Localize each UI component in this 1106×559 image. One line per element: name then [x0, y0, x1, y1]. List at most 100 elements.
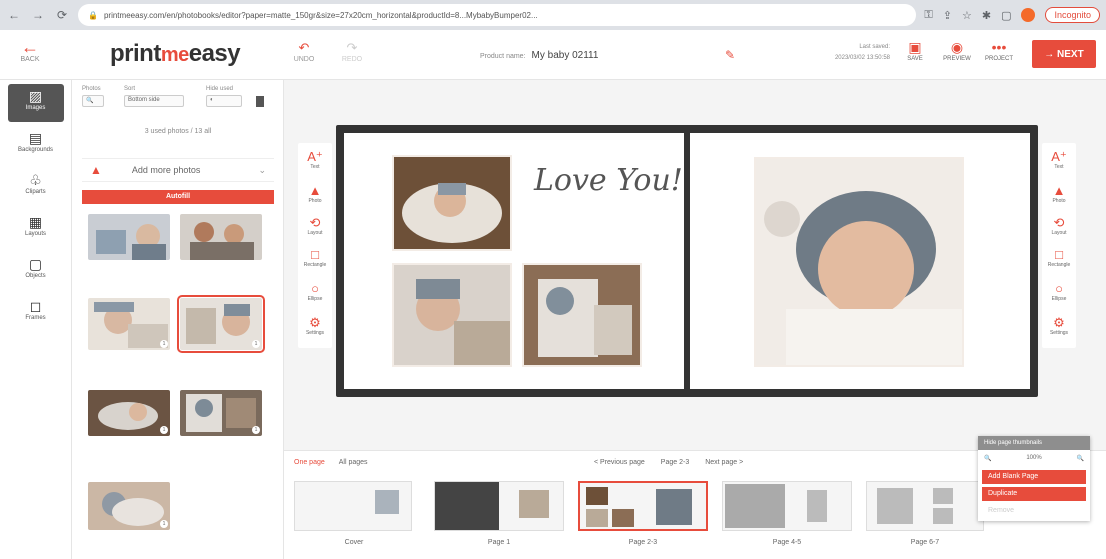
used-badge: 1	[160, 520, 168, 528]
tool-ellipse[interactable]: ○ Ellipse	[1044, 281, 1074, 302]
tool-layout[interactable]: ⟲ Layout	[300, 215, 330, 236]
photo-slot[interactable]	[524, 265, 640, 365]
filter-control[interactable]: Photos 🔍	[82, 86, 104, 107]
chevron-down-icon: ⌄	[258, 164, 266, 175]
reload-icon[interactable]: ⟳	[54, 8, 70, 22]
sort-control[interactable]: Sort Bottom side	[124, 86, 184, 107]
photo-thumb[interactable]: 1	[88, 390, 170, 436]
next-page-button[interactable]: Next page >	[705, 459, 743, 466]
window-icon[interactable]: ▢	[1001, 9, 1011, 22]
tool-settings[interactable]: ⚙ Settings	[300, 315, 330, 336]
tool-ellipse[interactable]: ○ Ellipse	[300, 281, 330, 302]
redo-button[interactable]: ↷ REDO	[338, 40, 366, 63]
photo-thumb[interactable]	[88, 214, 170, 260]
back-arrow-icon[interactable]: ←	[6, 8, 22, 22]
photo-slot[interactable]	[394, 157, 510, 249]
rectangle-icon: □	[1055, 247, 1063, 262]
add-more-photos-button[interactable]: ▲ Add more photos ⌄	[82, 158, 274, 182]
one-page-tab[interactable]: One page	[294, 459, 325, 466]
tool-layout[interactable]: ⟲ Layout	[1044, 215, 1074, 236]
page-thumb-2-3[interactable]	[578, 481, 708, 531]
previous-page-button[interactable]: < Previous page	[594, 459, 645, 466]
photobook-spread: Love You!	[336, 125, 1038, 397]
left-page[interactable]: Love You!	[344, 133, 684, 389]
layout-icon: ▦	[28, 214, 43, 230]
tool-text[interactable]: A⁺ Text	[1044, 149, 1074, 170]
save-button[interactable]: ▣ SAVE	[898, 38, 932, 62]
image-icon: ▨	[28, 88, 43, 104]
photo-slot[interactable]	[756, 159, 962, 365]
project-button[interactable]: ••• PROJECT	[982, 38, 1016, 62]
tool-rectangle[interactable]: □ Rectangle	[300, 247, 330, 268]
text-icon: A⁺	[307, 149, 323, 164]
undo-button[interactable]: ↶ UNDO	[290, 40, 318, 63]
trash-icon[interactable]	[256, 96, 264, 107]
save-icon: ▣	[908, 39, 922, 55]
zoom-control[interactable]: 🔍 100% 🔍	[978, 450, 1090, 467]
text-icon: A⁺	[1051, 149, 1067, 164]
add-blank-page-button[interactable]: Add Blank Page	[982, 470, 1086, 484]
tool-photo[interactable]: ▲ Photo	[1044, 183, 1074, 204]
photo-count: 3 used photos / 13 all	[144, 128, 212, 135]
tool-settings[interactable]: ⚙ Settings	[1044, 315, 1074, 336]
edit-name-icon[interactable]: ✎	[725, 48, 735, 62]
last-saved: Last saved: 2023/03/02 13:50:58	[834, 44, 890, 61]
star-icon[interactable]: ☆	[962, 9, 972, 22]
background-icon: ▤	[28, 130, 43, 146]
page-label: Page 4-5	[772, 539, 802, 546]
search-icon: 🔍	[82, 95, 104, 107]
hide-used-toggle[interactable]: Hide used ◐	[206, 86, 242, 107]
address-bar[interactable]: 🔒 printmeeasy.com/en/photobooks/editor?p…	[78, 4, 917, 26]
incognito-badge[interactable]: Incognito	[1045, 7, 1100, 23]
dots-icon: •••	[991, 39, 1007, 55]
rail-layouts[interactable]: ▦ Layouts	[8, 210, 64, 248]
all-pages-tab[interactable]: All pages	[339, 459, 368, 466]
extension-icon[interactable]: ✱	[982, 9, 991, 22]
object-icon: ▢	[28, 256, 43, 272]
back-button[interactable]: ← BACK	[10, 38, 50, 63]
used-badge: 1	[160, 426, 168, 434]
preview-button[interactable]: ◉ PREVIEW	[940, 38, 974, 62]
browser-toolbar: ← → ⟳ 🔒 printmeeasy.com/en/photobooks/ed…	[0, 0, 1106, 30]
right-page[interactable]	[690, 133, 1030, 389]
share-icon[interactable]: ⇪	[943, 9, 952, 22]
page-thumb-1[interactable]	[434, 481, 564, 531]
page-label: Cover	[344, 539, 364, 546]
photo-slot[interactable]	[394, 265, 510, 365]
tool-text[interactable]: A⁺ Text	[300, 149, 330, 170]
hide-thumbnails-button[interactable]: Hide page thumbnails	[978, 436, 1090, 450]
page-label: Page 6-7	[910, 539, 940, 546]
add-photo-icon: ▲	[90, 163, 102, 177]
rail-backgrounds[interactable]: ▤ Backgrounds	[8, 126, 64, 164]
tool-rectangle[interactable]: □ Rectangle	[1044, 247, 1074, 268]
page-thumb-cover[interactable]	[294, 481, 412, 531]
rail-images[interactable]: ▨ Images	[7, 84, 64, 122]
photo-thumb[interactable]	[180, 214, 262, 260]
page-thumb-4-5[interactable]	[722, 481, 852, 531]
photo-thumb-selected[interactable]: 1	[177, 295, 265, 353]
rail-cliparts[interactable]: ♧ Cliparts	[8, 168, 64, 206]
frame-icon: ◻	[29, 298, 42, 314]
settings-icon: ⚙	[309, 315, 321, 330]
zoom-out-icon: 🔍	[984, 456, 992, 462]
next-button[interactable]: → NEXT	[1032, 40, 1096, 68]
settings-icon: ⚙	[1053, 315, 1065, 330]
avatar[interactable]	[1021, 8, 1036, 22]
love-you-text[interactable]: Love You!	[534, 163, 683, 198]
redo-icon: ↷	[346, 40, 358, 55]
rail-frames[interactable]: ◻ Frames	[8, 294, 64, 332]
page-thumb-6-7[interactable]	[866, 481, 984, 531]
duplicate-button[interactable]: Duplicate	[982, 487, 1086, 501]
back-arrow-icon: ←	[21, 37, 39, 57]
remove-button[interactable]: Remove	[982, 504, 1086, 518]
photo-thumb[interactable]: 1	[88, 482, 170, 530]
tool-photo[interactable]: ▲ Photo	[300, 183, 330, 204]
clipart-icon: ♧	[29, 172, 42, 188]
key-icon[interactable]: ⚿	[924, 9, 932, 22]
autofill-button[interactable]: Autofill	[82, 190, 274, 204]
photo-thumb[interactable]: 1	[88, 298, 170, 350]
forward-arrow-icon[interactable]: →	[30, 8, 46, 22]
rail-objects[interactable]: ▢ Objects	[8, 252, 64, 290]
photo-thumb[interactable]: 1	[180, 390, 262, 436]
photo-icon: ▲	[308, 183, 322, 198]
